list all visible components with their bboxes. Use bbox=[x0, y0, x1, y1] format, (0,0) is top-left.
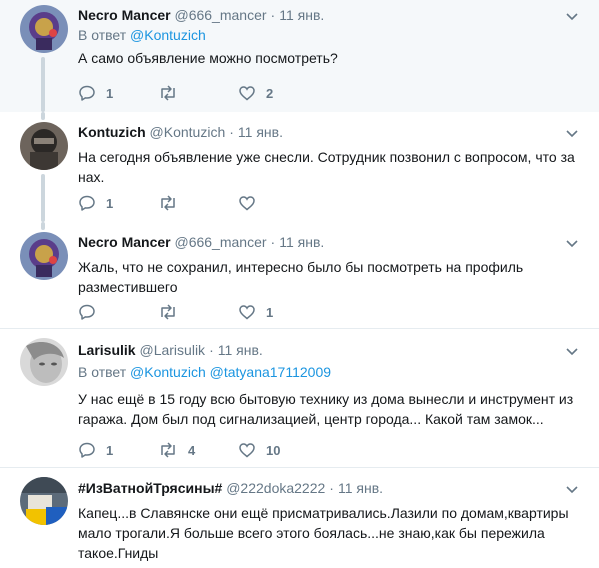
thread-line bbox=[41, 174, 45, 222]
tweet[interactable]: Necro Mancer @666_mancer · 11 янв. В ответ… bbox=[0, 0, 599, 112]
user-handle[interactable]: @222doka2222 bbox=[226, 480, 325, 496]
retweet-count: 4 bbox=[188, 442, 196, 458]
like-button[interactable]: 2 bbox=[238, 84, 318, 102]
reply-count: 1 bbox=[106, 442, 114, 458]
tweet[interactable]: Necro Mancer @666_mancer · 11 янв. Жаль, ч… bbox=[0, 222, 599, 328]
separator-dot: · bbox=[209, 342, 214, 358]
chevron-down-icon[interactable] bbox=[565, 9, 579, 23]
mention-link[interactable]: @tatyana17112009 bbox=[210, 364, 331, 380]
reply-context: В ответ @Kontuzich bbox=[78, 26, 579, 44]
timestamp[interactable]: 11 янв. bbox=[279, 7, 324, 23]
tweet-text: Капец...в Славянске они ещё присматривал… bbox=[78, 505, 569, 561]
user-handle[interactable]: @666_mancer bbox=[174, 7, 266, 23]
reply-icon bbox=[79, 85, 95, 101]
tweet[interactable]: Larisulik @Larisulik · 11 янв. В ответ @Ko… bbox=[0, 329, 599, 467]
reply-icon bbox=[79, 304, 95, 320]
like-count: 2 bbox=[266, 85, 274, 101]
separator-dot: · bbox=[229, 124, 234, 140]
tweet-actions: 1 bbox=[78, 303, 318, 321]
chevron-down-icon[interactable] bbox=[565, 126, 579, 140]
heart-icon bbox=[239, 196, 255, 211]
tweet-actions: 1 4 10 bbox=[78, 441, 318, 459]
reply-button[interactable] bbox=[78, 303, 158, 321]
chevron-down-icon[interactable] bbox=[565, 344, 579, 358]
display-name[interactable]: Necro Mancer bbox=[78, 7, 171, 23]
tweet[interactable]: #ИзВатнойТрясины# @222doka2222 · 11 янв. К… bbox=[0, 468, 599, 568]
avatar[interactable] bbox=[20, 5, 68, 53]
chevron-down-icon[interactable] bbox=[565, 482, 579, 496]
tweet-header: Kontuzich @Kontuzich · 11 янв. bbox=[78, 123, 579, 141]
separator-dot: · bbox=[270, 7, 276, 23]
tweet-actions: 1 2 bbox=[78, 84, 318, 102]
tweet-header: Necro Mancer @666_mancer · 11 янв. bbox=[78, 233, 579, 251]
tweet-header: Necro Mancer @666_mancer · 11 янв. bbox=[78, 6, 579, 24]
heart-icon bbox=[239, 305, 255, 320]
reply-icon bbox=[79, 442, 95, 458]
display-name[interactable]: Necro Mancer bbox=[78, 234, 171, 250]
like-count: 10 bbox=[266, 442, 281, 458]
avatar[interactable] bbox=[20, 122, 68, 170]
separator-dot: · bbox=[329, 480, 334, 496]
reply-button[interactable]: 1 bbox=[78, 84, 158, 102]
timestamp[interactable]: 11 янв. bbox=[218, 342, 263, 358]
user-handle[interactable]: @666_mancer bbox=[174, 234, 266, 250]
avatar[interactable] bbox=[20, 477, 68, 525]
separator-dot: · bbox=[270, 234, 276, 250]
retweet-button[interactable] bbox=[158, 84, 238, 102]
tweet-header: Larisulik @Larisulik · 11 янв. bbox=[78, 341, 579, 359]
retweet-icon bbox=[161, 85, 175, 101]
thread-line bbox=[41, 57, 45, 112]
like-count: 1 bbox=[266, 304, 274, 320]
thread-line bbox=[41, 222, 45, 230]
thread-line bbox=[41, 112, 45, 120]
reply-count: 1 bbox=[106, 85, 114, 101]
display-name[interactable]: Larisulik bbox=[78, 342, 136, 358]
chevron-down-icon[interactable] bbox=[565, 236, 579, 250]
user-handle[interactable]: @Larisulik bbox=[139, 342, 205, 358]
timestamp[interactable]: 11 янв. bbox=[238, 124, 283, 140]
heart-icon bbox=[239, 86, 255, 101]
reply-prefix: В ответ bbox=[78, 27, 127, 43]
user-handle[interactable]: @Kontuzich bbox=[150, 124, 226, 140]
tweet-header: #ИзВатнойТрясины# @222doka2222 · 11 янв. bbox=[78, 479, 579, 497]
like-button[interactable] bbox=[238, 194, 318, 212]
reply-button[interactable]: 1 bbox=[78, 194, 158, 212]
like-button[interactable]: 10 bbox=[238, 441, 318, 459]
tweet-text: А само объявление можно посмотреть? bbox=[78, 50, 338, 66]
retweet-icon bbox=[161, 195, 175, 211]
retweet-icon bbox=[161, 442, 175, 458]
tweet-actions: 1 bbox=[78, 194, 318, 212]
reply-button[interactable]: 1 bbox=[78, 441, 158, 459]
retweet-button[interactable]: 4 bbox=[158, 441, 238, 459]
heart-icon bbox=[239, 443, 255, 458]
display-name[interactable]: #ИзВатнойТрясины# bbox=[78, 480, 222, 496]
reply-count: 1 bbox=[106, 195, 114, 211]
mention-link[interactable]: @Kontuzich bbox=[130, 364, 206, 380]
mention-link[interactable]: @Kontuzich bbox=[130, 27, 206, 43]
reply-context: В ответ @Kontuzich @tatyana17112009 bbox=[78, 363, 579, 381]
timestamp[interactable]: 11 янв. bbox=[279, 234, 324, 250]
tweet-thread: Necro Mancer @666_mancer · 11 янв. В ответ… bbox=[0, 0, 599, 568]
tweet[interactable]: Kontuzich @Kontuzich · 11 янв. На сегодня … bbox=[0, 112, 599, 222]
tweet-text: На сегодня объявление уже снесли. Сотруд… bbox=[78, 149, 575, 185]
tweet-text: Жаль, что не сохранил, интересно было бы… bbox=[78, 259, 524, 295]
retweet-icon bbox=[161, 304, 175, 320]
reply-prefix: В ответ bbox=[78, 364, 127, 380]
tweet-text: У нас ещё в 15 году всю бытовую технику … bbox=[78, 391, 574, 427]
retweet-button[interactable] bbox=[158, 194, 238, 212]
retweet-button[interactable] bbox=[158, 303, 238, 321]
display-name[interactable]: Kontuzich bbox=[78, 124, 146, 140]
avatar[interactable] bbox=[20, 338, 68, 386]
like-button[interactable]: 1 bbox=[238, 303, 318, 321]
avatar[interactable] bbox=[20, 232, 68, 280]
reply-icon bbox=[79, 195, 95, 211]
timestamp[interactable]: 11 янв. bbox=[338, 480, 383, 496]
